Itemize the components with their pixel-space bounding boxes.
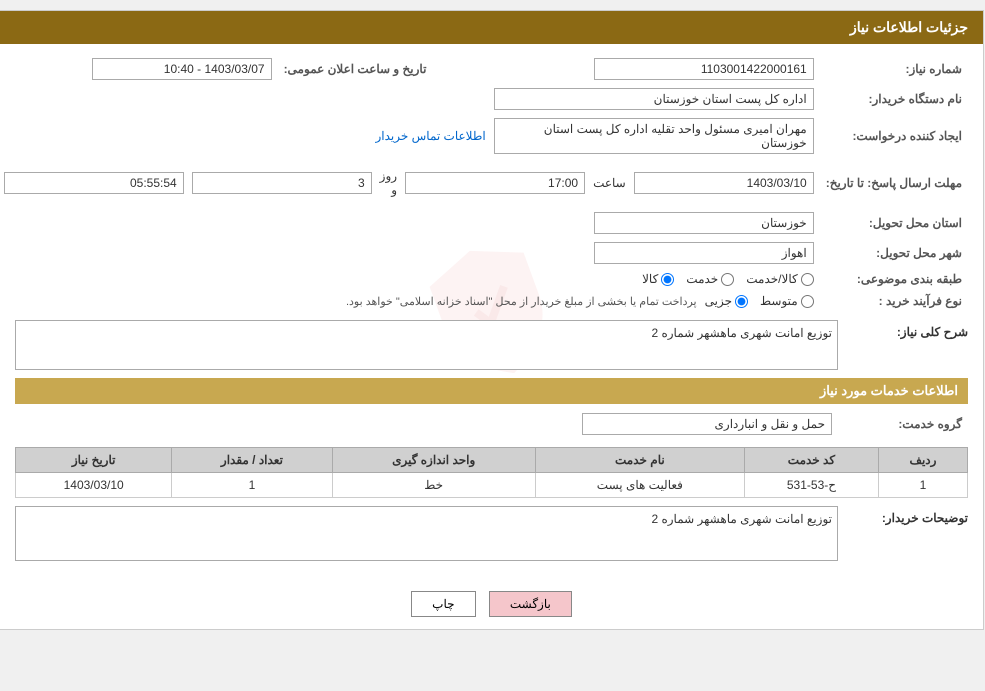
cell-code: ح-53-531	[745, 473, 879, 498]
deadline-days-label: روز و	[381, 169, 398, 197]
print-button[interactable]: چاپ	[412, 591, 476, 617]
province-value: خوزستان	[0, 208, 821, 238]
deadline-days-field: 3	[193, 172, 373, 194]
announce-label: تاریخ و ساعت اعلان عمومی:	[279, 54, 434, 84]
contact-info-link[interactable]: اطلاعات تماس خریدار	[377, 129, 487, 143]
deadline-time-label: ساعت	[594, 176, 627, 190]
col-row: ردیف	[879, 448, 968, 473]
announce-field: 1403/03/07 - 10:40	[93, 58, 273, 80]
creator-value: مهران امیری مسئول واحد تقلیه اداره کل پس…	[0, 114, 821, 158]
services-table: ردیف کد خدمت نام خدمت واحد اندازه گیری ت…	[16, 447, 969, 498]
cell-quantity: 1	[173, 473, 333, 498]
cell-row: 1	[879, 473, 968, 498]
button-row: بازگشت چاپ	[1, 579, 984, 629]
back-button[interactable]: بازگشت	[490, 591, 573, 617]
buyer-notes-field: توزیع امانت شهری ماهشهر شماره 2	[16, 506, 839, 561]
deadline-row: 1403/03/10 ساعت 17:00 روز و 3 05:5	[0, 158, 821, 208]
buyer-org-value: اداره کل پست استان خوزستان	[0, 84, 821, 114]
col-code: کد خدمت	[745, 448, 879, 473]
order-number-field: 1103001422000161	[595, 58, 815, 80]
city-value: اهواز	[0, 238, 821, 268]
city-label: شهر محل تحویل:	[821, 238, 969, 268]
services-section-header: اطلاعات خدمات مورد نیاز	[16, 378, 969, 404]
purchase-type-mutavasit[interactable]: متوسط	[761, 294, 815, 308]
cell-date: 1403/03/10	[17, 473, 173, 498]
deadline-remaining-field: 05:55:54	[5, 172, 185, 194]
service-group-label: گروه خدمت:	[839, 409, 969, 439]
purchase-type-jozii[interactable]: جزیی	[706, 294, 749, 308]
category-label: طبقه بندی موضوعی:	[821, 268, 969, 290]
order-number-value: 1103001422000161	[433, 54, 820, 84]
buyer-org-field: اداره کل پست استان خوزستان	[495, 88, 815, 110]
table-row: 1 ح-53-531 فعالیت های پست خط 1 1403/03/1…	[17, 473, 969, 498]
purchase-type-row: متوسط جزیی پرداخت تمام یا بخشی از مبلغ خ…	[0, 290, 821, 312]
col-qty: تعداد / مقدار	[173, 448, 333, 473]
purchase-type-label: نوع فرآیند خرید :	[821, 290, 969, 312]
col-date: تاریخ نیاز	[17, 448, 173, 473]
page-header: جزئیات اطلاعات نیاز	[1, 11, 984, 44]
deadline-date-field: 1403/03/10	[635, 172, 815, 194]
service-group-value: حمل و نقل و انبارداری	[16, 409, 839, 439]
deadline-time-field: 17:00	[406, 172, 586, 194]
creator-field: مهران امیری مسئول واحد تقلیه اداره کل پس…	[495, 118, 815, 154]
city-field: اهواز	[595, 242, 815, 264]
general-desc-label: جزئیات اطلاعات نیاز شرح کلی نیاز:	[839, 320, 969, 339]
province-field: خوزستان	[595, 212, 815, 234]
col-name: نام خدمت	[536, 448, 745, 473]
cell-unit: خط	[333, 473, 536, 498]
general-desc-field: توزیع امانت شهری ماهشهر شماره 2	[16, 320, 839, 370]
service-group-field: حمل و نقل و انبارداری	[583, 413, 833, 435]
purchase-type-note: پرداخت تمام یا بخشی از مبلغ خریدار از مح…	[347, 295, 698, 308]
cell-name: فعالیت های پست	[536, 473, 745, 498]
order-number-label: شماره نیاز:	[821, 54, 969, 84]
col-unit: واحد اندازه گیری	[333, 448, 536, 473]
buyer-notes-label: توضیحات خریدار:	[839, 506, 969, 525]
category-options: کالا/خدمت خدمت کالا	[0, 268, 821, 290]
category-khidmat[interactable]: خدمت	[687, 272, 735, 286]
buyer-org-label: نام دستگاه خریدار:	[821, 84, 969, 114]
deadline-label: مهلت ارسال پاسخ: تا تاریخ:	[821, 158, 969, 208]
announce-value: 1403/03/07 - 10:40	[0, 54, 279, 84]
category-kala[interactable]: کالا	[643, 272, 675, 286]
category-kala-khidmat[interactable]: کالا/خدمت	[747, 272, 814, 286]
province-label: استان محل تحویل:	[821, 208, 969, 238]
header-title: جزئیات اطلاعات نیاز	[851, 19, 969, 35]
creator-label: ایجاد کننده درخواست:	[821, 114, 969, 158]
